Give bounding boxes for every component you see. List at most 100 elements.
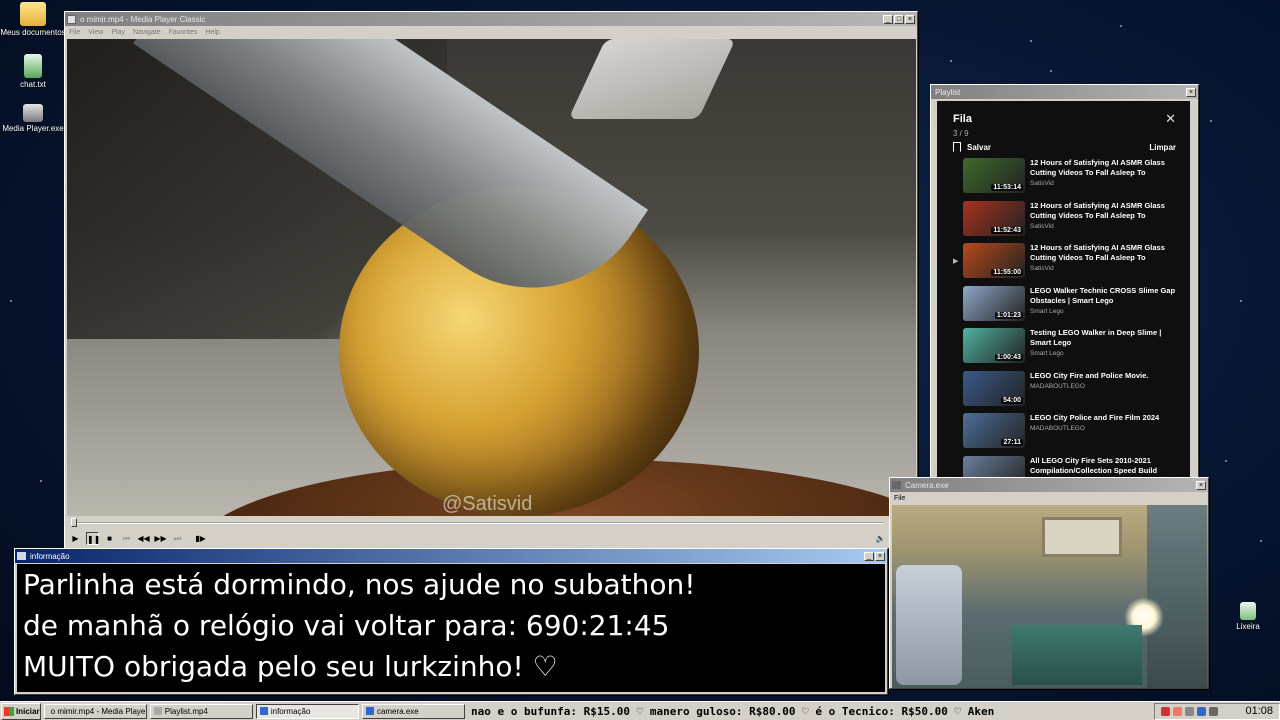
volume-icon[interactable]: 🔈 bbox=[874, 532, 887, 545]
close-button[interactable]: × bbox=[1186, 87, 1196, 97]
menu-view[interactable]: View bbox=[88, 29, 103, 36]
task-camera[interactable]: camera.exe bbox=[361, 703, 466, 719]
play-button[interactable]: ▶ bbox=[69, 532, 82, 545]
video-channel: SatisVid bbox=[1030, 180, 1054, 187]
maximize-button[interactable]: □ bbox=[894, 14, 904, 24]
list-item[interactable]: 1:01:23 LEGO Walker Technic CROSS Slime G… bbox=[953, 285, 1176, 329]
list-item[interactable]: 11:53:14 12 Hours of Satisfying AI ASMR G… bbox=[953, 158, 1176, 201]
video-thumbnail: 27:11 bbox=[963, 413, 1025, 448]
video-title: Testing LEGO Walker in Deep Slime | Smar… bbox=[1030, 328, 1162, 347]
camera-window: Camera.exe × File bbox=[889, 477, 1209, 689]
task-playlist[interactable]: Playlist.mp4 bbox=[149, 703, 253, 719]
playlist-titlebar[interactable]: Playlist × bbox=[931, 85, 1198, 99]
info-line-1: Parlinha está dormindo, nos ajude no sub… bbox=[23, 568, 696, 601]
now-playing-icon bbox=[953, 371, 963, 385]
list-item[interactable]: 54:00 LEGO City Fire and Police Movie. MAD… bbox=[953, 370, 1176, 414]
skip-forward-button[interactable]: ⏭ bbox=[171, 532, 184, 545]
camera-app-icon bbox=[892, 481, 901, 489]
start-button[interactable]: Iniciar bbox=[1, 702, 41, 720]
now-playing-icon bbox=[953, 158, 963, 172]
clock: 01:08 bbox=[1245, 705, 1274, 717]
close-icon[interactable]: ✕ bbox=[1165, 111, 1176, 127]
menu-file[interactable]: File bbox=[894, 495, 905, 502]
clear-button[interactable]: Limpar bbox=[1149, 143, 1176, 152]
start-label: Iniciar bbox=[16, 706, 40, 716]
video-channel: Smart Lego bbox=[1030, 350, 1064, 357]
list-item[interactable]: ▶ 11:55:00 12 Hours of Satisfying AI ASMR … bbox=[953, 243, 1176, 286]
info-app-icon bbox=[17, 552, 26, 560]
menu-favorites[interactable]: Favorites bbox=[169, 29, 198, 36]
menu-play[interactable]: Play bbox=[111, 29, 125, 36]
info-icon bbox=[259, 707, 268, 715]
now-playing-icon bbox=[953, 328, 963, 342]
frame-step-button[interactable]: ▮▶ bbox=[194, 532, 207, 545]
seek-thumb[interactable] bbox=[71, 518, 77, 527]
task-label: informação bbox=[270, 706, 311, 716]
menu-help[interactable]: Help bbox=[205, 29, 219, 36]
info-message: Parlinha está dormindo, nos ajude no sub… bbox=[17, 564, 885, 692]
video-channel: Smart Lego bbox=[1030, 307, 1064, 315]
desktop-icon-label: chat.txt bbox=[20, 80, 46, 89]
bookmark-icon bbox=[953, 142, 961, 152]
taskbar: Iniciar o mimir.mp4 - Media Playe... Pla… bbox=[0, 701, 1280, 720]
task-label: o mimir.mp4 - Media Playe... bbox=[50, 706, 147, 716]
video-watermark: @Satisvid bbox=[442, 493, 533, 515]
window-title: informação bbox=[30, 551, 70, 561]
info-window: informação _ × Parlinha está dormindo, n… bbox=[14, 548, 888, 695]
tray-icon[interactable] bbox=[1209, 706, 1219, 716]
tray-icon[interactable] bbox=[1173, 706, 1183, 716]
menu-file[interactable]: File bbox=[69, 29, 80, 36]
video-thumbnail: 1:01:23 bbox=[963, 285, 1025, 321]
desktop-icon-my-documents[interactable]: Meus documentos bbox=[0, 2, 66, 37]
close-button[interactable]: × bbox=[1196, 480, 1206, 490]
video-duration: 11:53:14 bbox=[991, 184, 1023, 191]
minimize-button[interactable]: _ bbox=[864, 551, 874, 561]
video-title: LEGO Walker Technic CROSS Slime Gap Obst… bbox=[1030, 285, 1176, 305]
forward-button[interactable]: ▶▶ bbox=[154, 532, 167, 545]
video-area[interactable]: @Satisvid bbox=[67, 39, 916, 516]
desktop-icon-label: Meus documentos bbox=[0, 28, 66, 37]
seek-bar[interactable] bbox=[67, 518, 887, 528]
video-title: 12 Hours of Satisfying AI ASMR Glass Cut… bbox=[1030, 243, 1165, 262]
desktop-icon-chat-txt[interactable]: chat.txt bbox=[0, 54, 66, 89]
list-item[interactable]: 27:11 LEGO City Police and Fire Film 2024… bbox=[953, 413, 1176, 456]
close-button[interactable]: × bbox=[875, 551, 885, 561]
player-controls: ▶ ❚❚ ■ ⏮ ◀◀ ▶▶ ⏭ ▮▶ 🔈 bbox=[67, 530, 887, 546]
video-title: LEGO City Fire and Police Movie. bbox=[1030, 370, 1149, 380]
list-item[interactable]: 11:52:43 12 Hours of Satisfying AI ASMR G… bbox=[953, 200, 1176, 244]
desktop-icon-media-player[interactable]: Media Player.exe bbox=[0, 104, 66, 133]
clapperboard-icon bbox=[23, 104, 43, 122]
pause-button[interactable]: ❚❚ bbox=[86, 531, 100, 545]
task-media-player[interactable]: o mimir.mp4 - Media Playe... bbox=[43, 703, 147, 719]
video-channel: SatisVid bbox=[1030, 222, 1054, 230]
minimize-button[interactable]: _ bbox=[883, 14, 893, 24]
video-duration: 11:55:00 bbox=[991, 269, 1023, 276]
close-button[interactable]: × bbox=[905, 14, 915, 24]
video-title: 12 Hours of Satisfying AI ASMR Glass Cut… bbox=[1030, 200, 1165, 220]
tray-icon[interactable] bbox=[1161, 706, 1171, 716]
menu-navigate[interactable]: Navigate bbox=[133, 29, 161, 36]
video-thumbnail: 11:53:14 bbox=[963, 158, 1025, 193]
tray-icon[interactable] bbox=[1197, 706, 1207, 716]
task-info[interactable]: informação bbox=[255, 703, 359, 719]
save-button[interactable]: Salvar bbox=[953, 142, 991, 152]
list-item[interactable]: 1:00:43 Testing LEGO Walker in Deep Slime… bbox=[953, 328, 1176, 371]
video-thumbnail: 1:00:43 bbox=[963, 328, 1025, 363]
playlist-count: 3 / 9 bbox=[953, 129, 969, 138]
rewind-button[interactable]: ◀◀ bbox=[137, 532, 150, 545]
desktop-icon-recycle-bin[interactable]: Lixeira bbox=[1215, 602, 1280, 631]
video-channel: MADABOUTLEGO bbox=[1030, 425, 1085, 432]
video-duration: 27:11 bbox=[1001, 439, 1023, 446]
tray-icon[interactable] bbox=[1185, 706, 1195, 716]
notepad-icon bbox=[24, 54, 42, 78]
info-titlebar[interactable]: informação _ × bbox=[15, 549, 887, 563]
task-label: Playlist.mp4 bbox=[164, 706, 208, 716]
skip-back-button[interactable]: ⏮ bbox=[120, 532, 133, 545]
media-player-titlebar[interactable]: o mimir.mp4 - Media Player Classic _ □ × bbox=[65, 12, 917, 26]
folder-icon bbox=[20, 2, 46, 26]
camera-menubar: File bbox=[890, 492, 1208, 504]
stop-button[interactable]: ■ bbox=[103, 532, 116, 545]
camera-titlebar[interactable]: Camera.exe × bbox=[890, 478, 1208, 492]
media-player-icon bbox=[153, 707, 162, 715]
task-label: camera.exe bbox=[376, 706, 419, 716]
